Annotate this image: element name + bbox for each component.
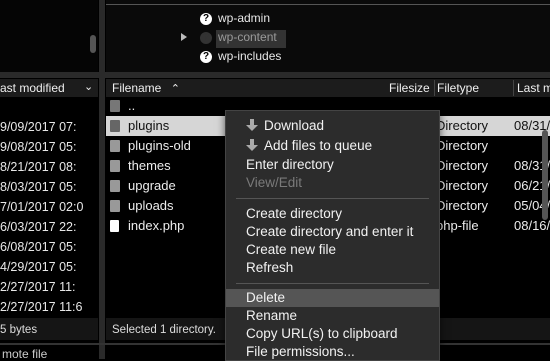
file-name: themes (128, 158, 171, 173)
folder-icon (110, 100, 120, 112)
top-scrollbar-thumb[interactable] (90, 35, 96, 53)
menu-item-download[interactable]: Download (246, 117, 324, 135)
menu-separator (236, 283, 429, 284)
sort-chevron-down-icon: ⌄ (84, 81, 94, 93)
menu-separator (236, 198, 429, 199)
menu-item-file-permissions[interactable]: File permissions... (246, 343, 355, 361)
file-type: Directory (436, 118, 489, 133)
column-header-filetype[interactable]: Filetype (437, 79, 480, 97)
tree-item-wp-includes[interactable]: ? wp-includes (200, 49, 281, 67)
file-name: .. (128, 98, 136, 113)
list-item[interactable]: 8/03/2017 05: (0, 177, 98, 197)
tree-item-label: wp-includes (218, 49, 282, 63)
file-name: index.php (128, 218, 185, 233)
folder-icon (110, 160, 120, 172)
list-item[interactable]: 8/21/2017 08: (0, 157, 98, 177)
column-header-filename[interactable]: Filename ⌃ (112, 79, 180, 97)
unknown-folder-icon: ? (200, 50, 212, 63)
list-item[interactable]: 6/08/2017 05: (0, 237, 98, 257)
column-header-filesize[interactable]: Filesize (389, 79, 430, 97)
list-item[interactable]: 4/29/2017 05: (0, 257, 98, 277)
expand-arrow-icon[interactable] (181, 33, 187, 41)
menu-item-create-directory-and-enter[interactable]: Create directory and enter it (246, 223, 413, 241)
header-column-divider (434, 80, 435, 96)
list-item[interactable]: 7/01/2017 02:0 (0, 197, 98, 217)
vertical-splitter[interactable] (99, 0, 105, 359)
menu-item-rename[interactable]: Rename (246, 307, 297, 325)
list-item[interactable]: 2/27/2017 11: (0, 277, 98, 297)
left-status-bar: 5 bytes (0, 318, 98, 340)
context-menu: Download Add files to queue Enter direct… (225, 110, 440, 361)
folder-icon (110, 200, 120, 212)
file-type: Directory (436, 138, 489, 153)
column-header-last-modified[interactable]: Last m (517, 79, 550, 97)
list-item[interactable]: 2/27/2017 11:6 (0, 297, 98, 317)
add-to-queue-icon (246, 139, 258, 151)
file-name: uploads (128, 198, 174, 213)
list-item[interactable]: 9/08/2017 05: (0, 137, 98, 157)
tree-item-wp-admin[interactable]: ? wp-admin (200, 11, 270, 29)
sort-chevron-up-icon: ⌃ (170, 83, 180, 95)
right-scrollbar-thumb[interactable] (542, 130, 548, 220)
file-name: plugins (128, 118, 170, 133)
header-column-divider (513, 80, 514, 96)
menu-item-create-directory[interactable]: Create directory (246, 205, 342, 223)
menu-item-copy-url[interactable]: Copy URL(s) to clipboard (246, 325, 398, 343)
file-type: Directory (436, 198, 489, 213)
left-status-text: 5 bytes (0, 324, 38, 336)
menu-item-add-to-queue[interactable]: Add files to queue (246, 137, 372, 155)
file-type: Directory (436, 178, 489, 193)
horizontal-splitter[interactable] (0, 72, 550, 78)
menu-item-view-edit: View/Edit (246, 175, 303, 190)
file-type: Directory (436, 158, 489, 173)
file-name: plugins-old (128, 138, 191, 153)
unknown-folder-icon: ? (200, 12, 212, 25)
file-icon (110, 220, 119, 232)
folder-icon: ? (200, 31, 212, 44)
file-name: upgrade (128, 178, 176, 193)
download-icon (246, 119, 258, 131)
list-item[interactable]: 9/09/2017 07: (0, 117, 98, 137)
list-item[interactable]: 6/03/2017 22: (0, 217, 98, 237)
folder-icon (110, 180, 120, 192)
left-column-header-last-modified[interactable]: ast modified ⌄ (0, 79, 98, 97)
menu-item-enter-directory[interactable]: Enter directory (246, 156, 334, 174)
tree-top-border (106, 4, 550, 5)
remote-tree-pane (106, 0, 550, 72)
menu-item-delete[interactable]: Delete (226, 289, 439, 307)
tree-item-label: wp-content (218, 30, 277, 44)
file-type: php-file (436, 218, 479, 233)
menu-item-create-new-file[interactable]: Create new file (246, 241, 336, 259)
tree-item-label: wp-admin (218, 11, 271, 25)
folder-icon (110, 120, 120, 132)
right-status-text: Selected 1 directory. (112, 324, 216, 336)
folder-icon (110, 140, 120, 152)
menu-item-refresh[interactable]: Refresh (246, 259, 293, 277)
tree-item-wp-content[interactable]: ? wp-content (200, 30, 286, 48)
top-left-pane (0, 0, 98, 72)
